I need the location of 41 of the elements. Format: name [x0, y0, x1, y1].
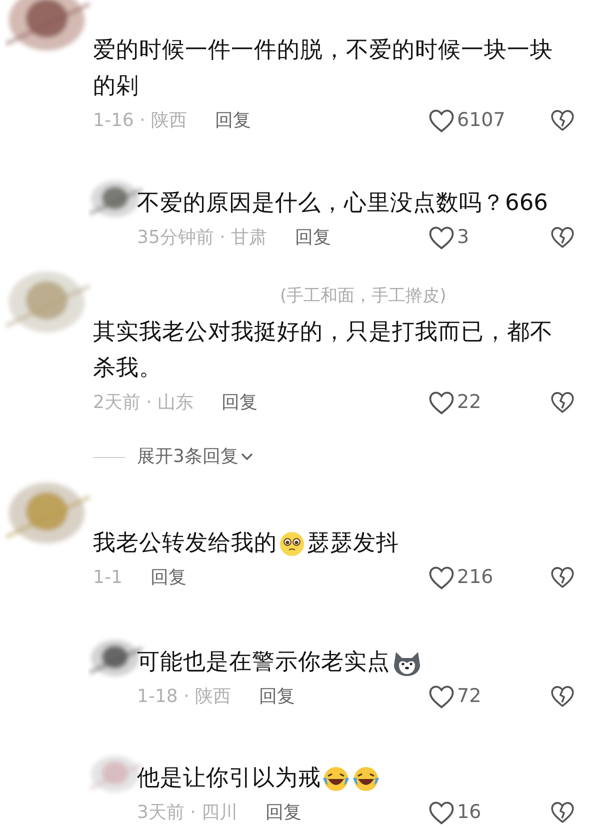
heart-icon[interactable]: [428, 684, 455, 708]
broken-heart-icon[interactable]: [550, 800, 575, 824]
heart-icon[interactable]: [428, 224, 455, 250]
comment-text: 其实我老公对我挺好的，只是打我而已，都不杀我。: [93, 318, 554, 383]
laughing-face-icon: [352, 766, 380, 792]
like-count: 6107: [457, 108, 506, 133]
like-count: 3: [457, 224, 470, 250]
like-count: 16: [457, 800, 482, 825]
broken-heart-icon[interactable]: [550, 390, 575, 414]
chevron-down-icon: [240, 452, 254, 462]
comment-text: 不爱的原因是什么，心里没点数吗？666: [137, 189, 549, 218]
time-location: 2天前 · 山东: [93, 390, 194, 414]
broken-heart-icon[interactable]: [550, 108, 575, 132]
broken-heart-icon[interactable]: [550, 684, 575, 708]
comment-text: 他是让你引以为戒: [137, 760, 577, 796]
reply-link[interactable]: 回复: [295, 224, 332, 250]
time-location: 1-1: [93, 566, 122, 590]
broken-heart-icon[interactable]: [550, 225, 575, 249]
like-count: 216: [457, 564, 494, 590]
heart-icon[interactable]: [428, 564, 455, 590]
like-count: 22: [457, 390, 482, 415]
comment-text: 我老公转发给我的 瑟瑟发抖: [93, 529, 400, 559]
reply-link[interactable]: 回复: [266, 798, 302, 826]
heart-icon[interactable]: [428, 108, 455, 132]
pleading-face-icon: [279, 530, 305, 557]
comment-text: 可能也是在警示你老实点: [137, 644, 577, 680]
reply-link[interactable]: 回复: [222, 388, 258, 416]
laughing-face-icon: [322, 766, 350, 792]
reply-link[interactable]: 回复: [259, 682, 296, 710]
time-location: 1-18 · 陕西: [137, 684, 232, 708]
heart-icon[interactable]: [428, 390, 455, 414]
broken-heart-icon[interactable]: [550, 565, 575, 589]
heart-icon[interactable]: [428, 800, 455, 824]
time-location: 3天前 · 四川: [137, 800, 238, 824]
comment-text: 爱的时候一件一件的脱，不爱的时候一块一块的剁: [93, 36, 554, 101]
reply-link[interactable]: 回复: [215, 106, 252, 134]
like-count: 72: [457, 684, 482, 709]
reply-link[interactable]: 回复: [150, 564, 186, 590]
time-location: 1-16 · 陕西: [93, 108, 188, 132]
expand-replies-button[interactable]: 展开3条回复: [137, 448, 254, 466]
time-location: 35分钟前 · 甘肃: [137, 226, 268, 250]
